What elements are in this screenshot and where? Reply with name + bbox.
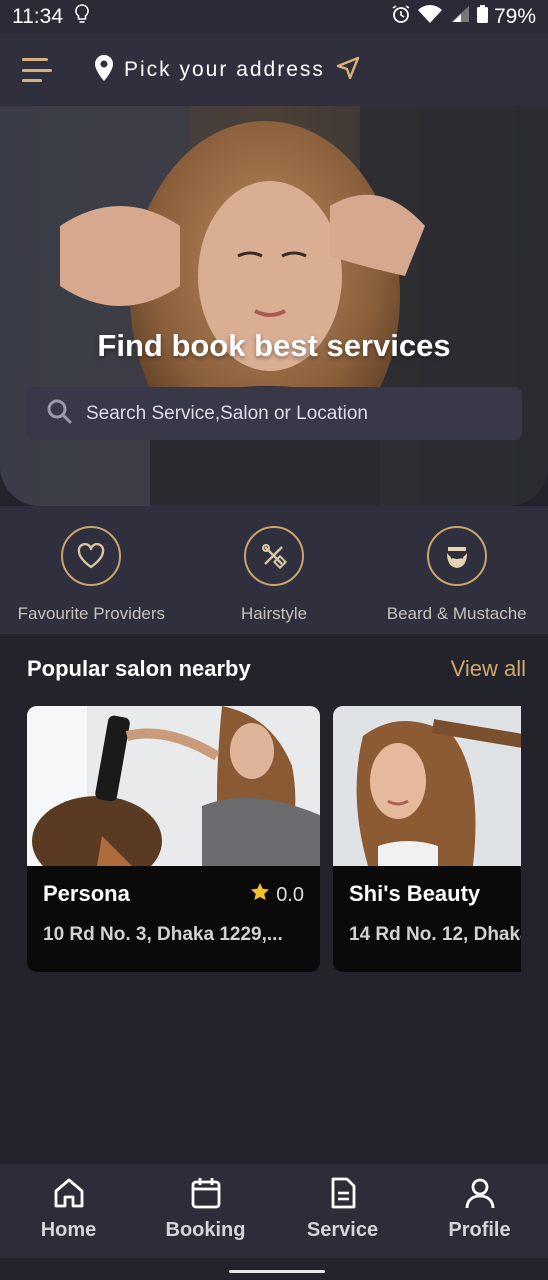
main-content: Popular salon nearby View all Persona 0.… [0,634,548,1164]
category-label: Hairstyle [240,604,308,623]
nav-profile[interactable]: Profile [411,1164,548,1258]
search-icon [46,398,72,429]
salon-address: 10 Rd No. 3, Dhaka 1229,... [43,924,283,945]
nav-home[interactable]: Home [0,1164,137,1258]
view-all-link[interactable]: View all [451,656,526,682]
category-label: Beard & Mustache [386,604,527,623]
location-pin-icon [94,54,114,86]
nav-label: Home [40,1219,97,1241]
hero-banner: Find book best services Search Service,S… [0,106,548,506]
category-label: Favourite Providers [17,604,166,623]
salon-address: 14 Rd No. 12, Dhaka [349,924,521,945]
battery-percent: 79% [493,5,536,28]
app-header: Pick your address [0,34,548,106]
salon-image [27,706,320,866]
status-bar: 11:34 79% [0,0,548,34]
hero-title: Find book best services [97,328,451,363]
salon-image [333,706,521,866]
salon-card[interactable]: Shi's Beauty 14 Rd No. 12, Dhaka [333,706,521,972]
bottom-navigation: Home Booking Service Profile [0,1164,548,1258]
home-icon [52,1176,86,1215]
system-home-bar [0,1258,548,1280]
salon-rating: 0.0 [250,882,304,908]
section-title: Popular salon nearby [27,656,251,681]
category-hairstyle[interactable]: Hairstyle [183,506,366,634]
status-time: 11:34 [12,5,63,28]
address-picker[interactable]: Pick your address [94,54,361,86]
nav-booking[interactable]: Booking [137,1164,274,1258]
salon-card[interactable]: Persona 0.0 10 Rd No. 3, Dhaka 1229,... [27,706,320,972]
search-input[interactable]: Search Service,Salon or Location [86,403,368,425]
home-indicator[interactable] [229,1270,325,1273]
signal-icon [449,4,471,30]
user-icon [463,1176,497,1215]
wifi-icon [417,4,443,30]
search-bar[interactable]: Search Service,Salon or Location [26,387,522,440]
salon-name: Persona [43,881,130,906]
nav-label: Profile [448,1219,511,1241]
category-row: Favourite Providers Hairstyle Beard & Mu… [0,506,548,634]
document-icon [326,1176,360,1215]
nav-service[interactable]: Service [274,1164,411,1258]
nav-label: Booking [165,1219,246,1241]
beard-icon [426,526,487,586]
battery-icon [476,5,488,29]
salon-name: Shi's Beauty [349,881,481,906]
lightbulb-icon [75,4,89,30]
alarm-icon [391,4,411,30]
heart-icon [61,526,122,586]
address-label: Pick your address [124,58,325,81]
category-favourite-providers[interactable]: Favourite Providers [0,506,183,634]
salon-carousel[interactable]: Persona 0.0 10 Rd No. 3, Dhaka 1229,... … [27,706,521,974]
navigation-arrow-icon[interactable] [335,55,361,86]
star-icon [250,882,270,908]
category-beard-mustache[interactable]: Beard & Mustache [365,506,548,634]
menu-button[interactable] [22,58,52,82]
scissors-comb-icon [244,526,304,586]
hero-salon-image [0,106,548,506]
nav-label: Service [306,1219,379,1241]
rating-value: 0.0 [276,883,304,906]
calendar-icon [189,1176,223,1215]
